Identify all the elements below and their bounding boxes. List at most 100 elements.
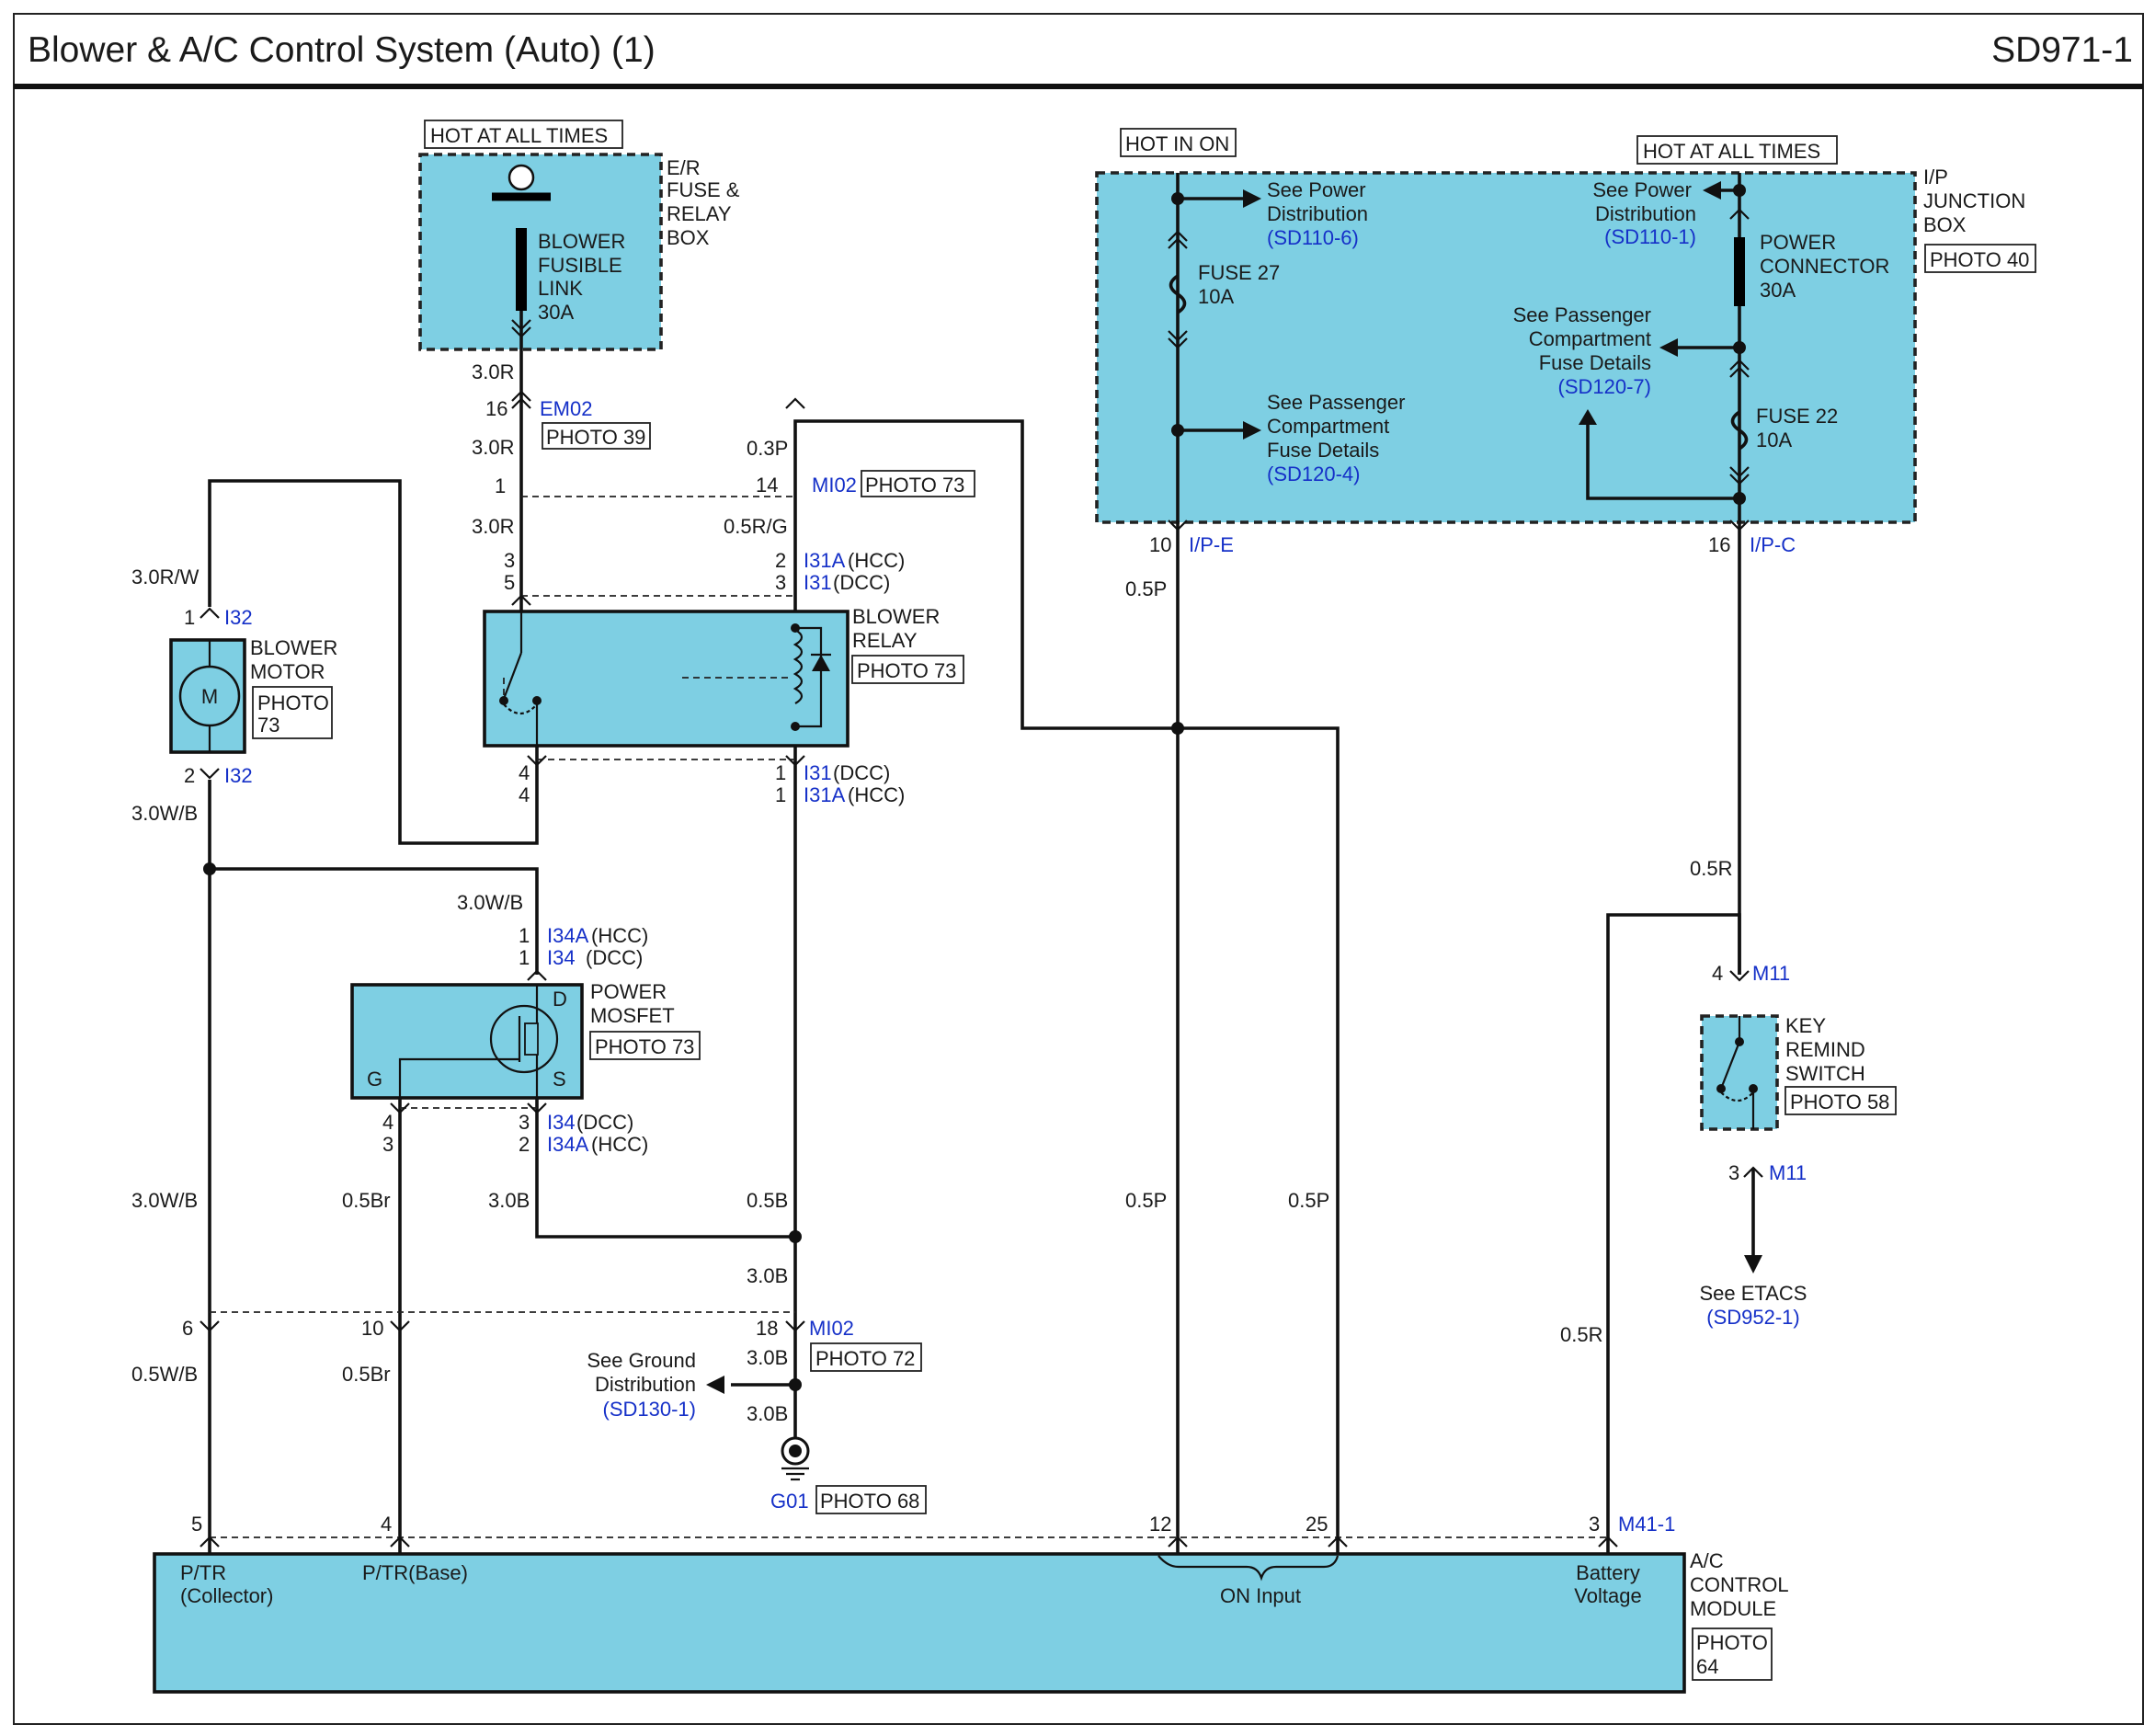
fusible-link-label: BLOWER [538,230,625,253]
etacs-ref-link[interactable]: (SD952-1) [1706,1306,1799,1329]
wire-label: 0.5P [1288,1189,1329,1212]
hot-at-all-times-label: HOT AT ALL TIMES [1643,140,1820,163]
wire-label: 0.3P [747,437,788,460]
pin-label: 10 [361,1317,383,1340]
power-mosfet-label: MOSFET [590,1004,675,1027]
photo-label: 64 [1696,1655,1718,1678]
connector-label: I31 [804,571,832,594]
power-ref-label: See Power [1267,178,1366,201]
pin-label: 1 [775,783,786,806]
ip-junction-box [1095,171,1917,524]
pin-label: 5 [191,1513,202,1536]
ac-module-label: MODULE [1690,1597,1776,1620]
wire-label: 3.0B [747,1402,788,1425]
wire-label: 3.0W/B [131,1189,198,1212]
passenger-ref-link[interactable]: (SD120-4) [1267,463,1360,485]
photo-label: PHOTO 68 [820,1490,919,1513]
connector-label: I34A [547,924,589,947]
pin-label: 16 [485,397,507,420]
pin-label: 1 [519,946,530,969]
photo-label: PHOTO [1696,1631,1768,1654]
photo-label: PHOTO 39 [546,426,645,449]
connector-label: (DCC) [586,946,643,969]
wire-label: 3.0R [472,360,514,383]
pin-label: 3 [1728,1161,1739,1184]
connector-label: I31 [804,761,832,784]
pin-label: 4 [381,1513,392,1536]
mosfet-terminal-label: S [553,1068,566,1091]
ptr-collector-label: P/TR [180,1561,226,1584]
connector-label: (DCC) [833,571,890,594]
battery-voltage-label: Voltage [1574,1584,1641,1607]
pin-label: 1 [495,474,506,497]
wire-label: 3.0B [747,1346,788,1369]
photo-label: PHOTO 73 [865,474,964,497]
ground-ref-link[interactable]: (SD130-1) [603,1398,696,1421]
passenger-ref-label: See Passenger [1513,303,1651,326]
pin-label: 4 [382,1111,393,1134]
connector-label: I/P-C [1750,533,1796,556]
ptr-base-label: P/TR(Base) [362,1561,468,1584]
key-remind-label: KEY [1785,1014,1826,1037]
hot-at-all-times-label: HOT AT ALL TIMES [430,124,608,147]
connector-label: I32 [224,606,253,629]
pin-label: 10 [1149,533,1171,556]
fuse22-label: FUSE 22 [1756,405,1838,428]
passenger-ref-link[interactable]: (SD120-7) [1558,375,1651,398]
mosfet-terminal-label: G [367,1068,382,1091]
connector-label: (HCC) [591,1133,648,1156]
wire-label: 0.5W/B [131,1363,198,1386]
power-ref-label: Distribution [1595,202,1696,225]
passenger-ref-label: Fuse Details [1267,439,1379,462]
connector-label: MI02 [809,1317,854,1340]
pin-label: 4 [519,783,530,806]
blower-relay-label: RELAY [852,629,918,652]
fusible-link-label: FUSIBLE [538,254,622,277]
er-box-label: RELAY [667,202,732,225]
power-ref-link[interactable]: (SD110-1) [1604,225,1696,248]
connector-label: I32 [224,764,253,787]
pin-label: 14 [756,474,778,497]
mosfet-terminal-label: D [553,988,567,1011]
connector-label: I31A [804,783,846,806]
power-ref-label: Distribution [1267,202,1368,225]
wire-label: 3.0R/W [131,565,200,588]
photo-label: 73 [257,714,279,737]
fuse27-label: FUSE 27 [1198,261,1280,284]
power-ref-link[interactable]: (SD110-6) [1267,226,1359,249]
pin-label: 3 [382,1133,393,1156]
pin-label: 2 [184,764,195,787]
er-box-label: BOX [667,226,710,249]
pin-label: 2 [519,1133,530,1156]
connector-label: EM02 [540,397,592,420]
pin-label: 1 [184,606,195,629]
pin-label: 4 [519,761,530,784]
pin-label: 4 [1712,962,1723,985]
connector-label: M11 [1752,962,1790,985]
blower-relay-label: BLOWER [852,605,940,628]
page-title: Blower & A/C Control System (Auto) (1) [28,30,656,70]
connector-label: I31A [804,549,846,572]
ip-junction-label: JUNCTION [1923,189,2025,212]
wire-label: 0.5P [1125,577,1167,600]
page-code: SD971-1 [1991,30,2133,70]
ptr-collector-label: (Collector) [180,1584,273,1607]
er-box-label: FUSE & [667,178,740,201]
connector-label: I34 [547,946,576,969]
connector-label: (HCC) [848,549,905,572]
pin-label: 3 [775,571,786,594]
ground-ref-label: Distribution [595,1373,696,1396]
photo-label: PHOTO 72 [815,1347,915,1370]
key-remind-label: REMIND [1785,1038,1865,1061]
ground-ref-label: See Ground [587,1349,696,1372]
connector-label: (DCC) [576,1111,633,1134]
pin-label: 16 [1708,533,1730,556]
pin-label: 12 [1149,1513,1171,1536]
power-connector-rating: 30A [1760,279,1796,302]
photo-label: PHOTO 40 [1930,248,2029,271]
power-ref-label: See Power [1592,178,1692,201]
fusible-link-label: LINK [538,277,583,300]
passenger-ref-label: Fuse Details [1539,351,1651,374]
pin-label: 1 [519,924,530,947]
ground-label: G01 [770,1490,809,1513]
